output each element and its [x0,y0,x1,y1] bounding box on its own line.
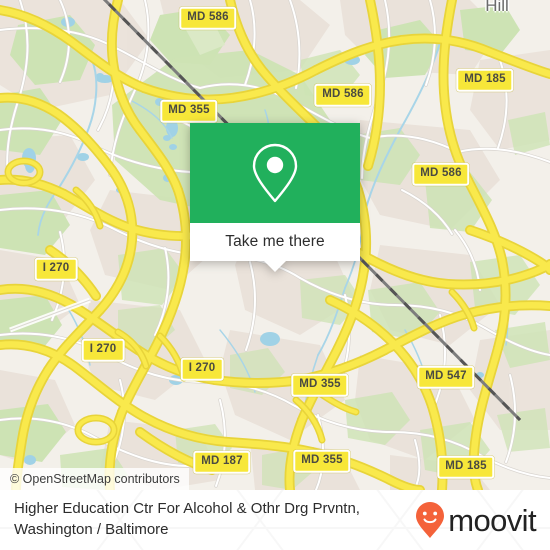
road-shield: MD 355 [293,449,351,473]
moovit-smiley-pin-icon [416,502,445,538]
osm-attribution-text: © OpenStreetMap contributors [10,472,180,486]
footer-bar: Higher Education Ctr For Alcohol & Othr … [0,490,550,550]
location-caption: Higher Education Ctr For Alcohol & Othr … [14,499,360,540]
road-shield: I 270 [180,357,224,381]
moovit-brand[interactable]: moovit [415,501,537,539]
map-pin-icon [252,143,298,203]
road-shield: I 270 [81,338,125,362]
road-shield: MD 355 [291,373,349,397]
osm-attribution[interactable]: © OpenStreetMap contributors [0,468,189,490]
caption-line-1: Higher Education Ctr For Alcohol & Othr … [14,500,360,518]
road-shield: MD 586 [314,83,372,107]
road-shield: MD 355 [160,99,218,123]
road-shield: MD 185 [437,455,495,479]
road-shield: MD 586 [412,162,470,186]
take-me-there-button[interactable]: Take me there [190,223,360,261]
take-me-there-label: Take me there [225,233,325,251]
moovit-map-screenshot: MD 586 MD 586 MD 185 MD 355 MD 586 I 270… [0,0,550,550]
caption-line-2: Washington / Baltimore [14,521,169,538]
road-shield: MD 187 [193,450,251,474]
popup-pointer-tail [264,261,286,272]
road-shield: MD 185 [456,68,514,92]
location-popup-card[interactable]: Take me there [190,123,360,272]
road-shield: MD 547 [417,365,475,389]
moovit-wordmark: moovit [448,502,536,538]
road-shield: I 270 [34,257,78,281]
place-label-hill: Hill [485,0,509,15]
road-shield: MD 586 [179,6,237,30]
map-canvas[interactable]: MD 586 MD 586 MD 185 MD 355 MD 586 I 270… [0,0,550,490]
popup-pin-area [190,123,360,223]
